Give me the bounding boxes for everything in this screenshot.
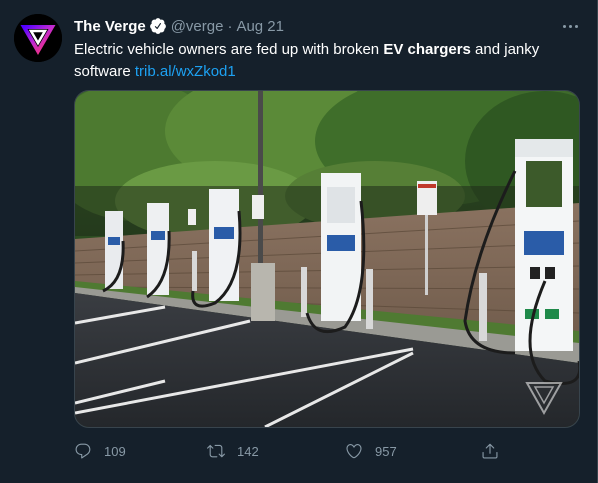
avatar[interactable] <box>14 14 62 62</box>
tweet-actions: 109 142 957 <box>74 440 514 462</box>
tweet-header: The Verge @verge · Aug 21 <box>74 14 284 38</box>
tweet-link[interactable]: trib.al/wxZkod1 <box>135 63 236 80</box>
share-icon <box>482 443 498 459</box>
retweet-icon <box>207 444 225 458</box>
reply-button[interactable]: 109 <box>74 440 126 462</box>
more-icon[interactable] <box>558 16 582 36</box>
like-icon <box>346 444 362 459</box>
like-button[interactable]: 957 <box>345 440 397 462</box>
author-name[interactable]: The Verge <box>74 18 146 35</box>
verge-logo-icon <box>14 14 62 62</box>
share-button[interactable] <box>481 440 499 462</box>
tweet-card[interactable]: The Verge @verge · Aug 21 Electric vehic… <box>0 0 598 483</box>
reply-icon <box>75 443 91 459</box>
author-handle[interactable]: @verge <box>171 18 224 35</box>
tweet-text-part: Electric vehicle owners are fed up with … <box>74 41 384 58</box>
tweet-media-image[interactable] <box>74 90 580 428</box>
like-count: 957 <box>375 443 397 459</box>
retweet-button[interactable]: 142 <box>207 440 259 462</box>
ev-charger-photo <box>75 91 579 427</box>
reply-count: 109 <box>104 443 126 459</box>
verified-badge-icon <box>149 17 167 35</box>
retweet-count: 142 <box>237 443 259 459</box>
separator-dot: · <box>227 17 233 35</box>
tweet-text: Electric vehicle owners are fed up with … <box>74 39 574 83</box>
tweet-text-bold: EV chargers <box>383 41 471 58</box>
tweet-date[interactable]: Aug 21 <box>236 18 284 35</box>
